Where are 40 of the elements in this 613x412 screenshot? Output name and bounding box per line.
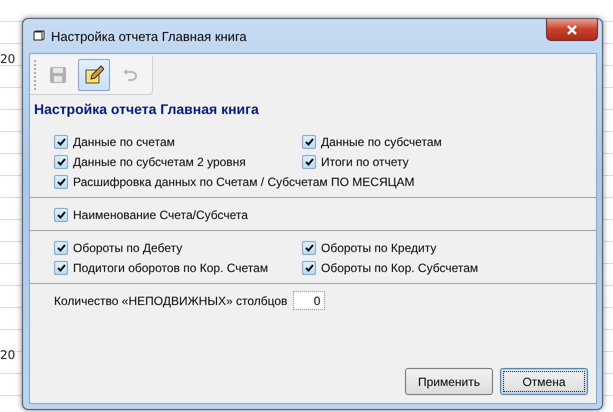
checkbox[interactable]: [302, 261, 316, 275]
checkbox[interactable]: [302, 135, 316, 149]
checkbox-label: Итоги по отчету: [321, 155, 409, 169]
option-checkbox[interactable]: Данные по субсчетам 2 уровня: [54, 155, 302, 169]
dialog-button[interactable]: Применить: [405, 368, 493, 395]
option-checkbox[interactable]: Обороты по Кредиту: [302, 241, 550, 255]
checkbox-label: Обороты по Кредиту: [321, 241, 436, 255]
checkbox[interactable]: [54, 175, 68, 189]
row-label: 20: [0, 348, 16, 362]
checkbox[interactable]: [54, 155, 68, 169]
edit-button[interactable]: [78, 59, 110, 91]
window-title: Настройка отчета Главная книга: [51, 28, 247, 44]
row-label: 20: [0, 52, 16, 66]
option-checkbox[interactable]: Обороты по Кор. Субсчетам: [302, 261, 550, 275]
option-checkbox[interactable]: Данные по субсчетам: [302, 135, 550, 149]
checkbox-label: Данные по субсчетам: [321, 135, 442, 149]
dialog-button[interactable]: Отмена: [500, 368, 588, 395]
checkbox[interactable]: [302, 155, 316, 169]
close-button[interactable]: [546, 19, 598, 41]
checkbox-label: Обороты по Кор. Субсчетам: [321, 261, 478, 275]
checkbox[interactable]: [302, 241, 316, 255]
option-checkbox[interactable]: Подитоги оборотов по Кор. Счетам: [54, 261, 302, 275]
option-checkbox[interactable]: Данные по счетам: [54, 135, 302, 149]
window-icon: [33, 30, 45, 42]
checkbox-label: Данные по субсчетам 2 уровня: [73, 155, 246, 169]
pencil-icon: [84, 65, 104, 85]
checkbox[interactable]: [54, 208, 68, 222]
option-checkbox[interactable]: Итоги по отчету: [302, 155, 550, 169]
number-field[interactable]: 0: [293, 291, 326, 310]
section-heading: Настройка отчета Главная книга: [33, 100, 260, 117]
option-checkbox[interactable]: Обороты по Дебету: [54, 241, 302, 255]
checkbox[interactable]: [54, 241, 68, 255]
checkbox-label: Обороты по Дебету: [73, 241, 182, 255]
checkbox[interactable]: [54, 261, 68, 275]
field-label: Количество «НЕПОДВИЖНЫХ» столбцов: [54, 294, 288, 308]
checkbox[interactable]: [54, 135, 68, 149]
checkbox-label: Данные по счетам: [73, 135, 175, 149]
close-icon: [566, 24, 578, 34]
checkbox-label: Подитоги оборотов по Кор. Счетам: [73, 261, 268, 275]
undo-icon: [122, 68, 138, 82]
